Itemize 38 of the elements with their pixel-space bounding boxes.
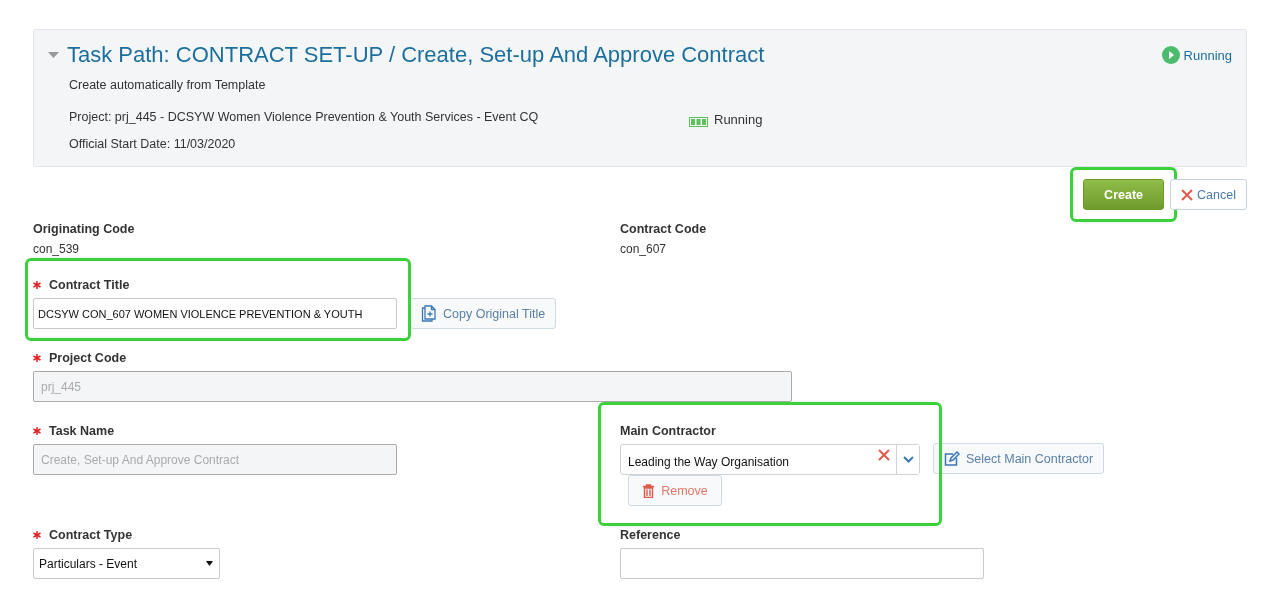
field-label: Contract Type [49,528,133,542]
contractor-combobox[interactable]: Leading the Way Organisation [620,444,920,475]
caret-down-icon [206,561,213,566]
reference-input[interactable] [620,548,984,579]
field-label: Reference [620,528,681,542]
field-label: Project Code [49,351,127,365]
field-label: Contract Title [49,278,130,292]
chevron-down-icon [902,456,914,463]
task-subtitle: Create automatically from Template [68,78,267,92]
combobox-value: Leading the Way Organisation [627,453,790,469]
field-label: Contract Code [620,222,707,236]
close-icon [1181,188,1194,201]
battery-icon [689,117,708,127]
clear-icon[interactable] [878,449,890,461]
field-label: Task Name [49,424,115,438]
edit-icon [944,451,960,466]
select-value: Particulars - Event [39,556,138,571]
field-label: Originating Code [33,222,135,236]
trash-icon [642,483,656,498]
dropdown-button[interactable] [896,445,919,474]
field-value: con_607 [620,242,667,256]
title-input[interactable]: DCSYW CON_607 WOMEN VIOLENCE PREVENTION & YOUTH [33,298,397,329]
copy-title-button[interactable]: Copy Original Title [410,298,557,329]
copy-document-icon [421,305,437,322]
project-status-text: Running [714,112,763,127]
select-contractor-button[interactable]: Select Main Contractor [933,443,1105,474]
type-select[interactable]: Particulars - Event [33,548,220,579]
create-button[interactable]: Create [1083,179,1165,210]
field-label: Main Contractor [620,424,716,438]
play-circle-icon [1161,46,1180,64]
cancel-button[interactable]: Cancel [1170,179,1247,210]
remove-button[interactable]: Remove [628,475,722,506]
caret-down-icon[interactable] [48,51,59,59]
start-date-text: Official Start Date: 11/03/2020 [68,137,237,151]
task-title: Task Path: CONTRACT SET-UP / Create, Set-up And Approve Contract [67,42,765,68]
status-text: Running [1183,47,1232,63]
field-value: con_539 [33,242,80,256]
project-text: Project: prj_445 - DCSYW Women Violence Prevention & Youth Services - Event CQ [69,109,540,124]
